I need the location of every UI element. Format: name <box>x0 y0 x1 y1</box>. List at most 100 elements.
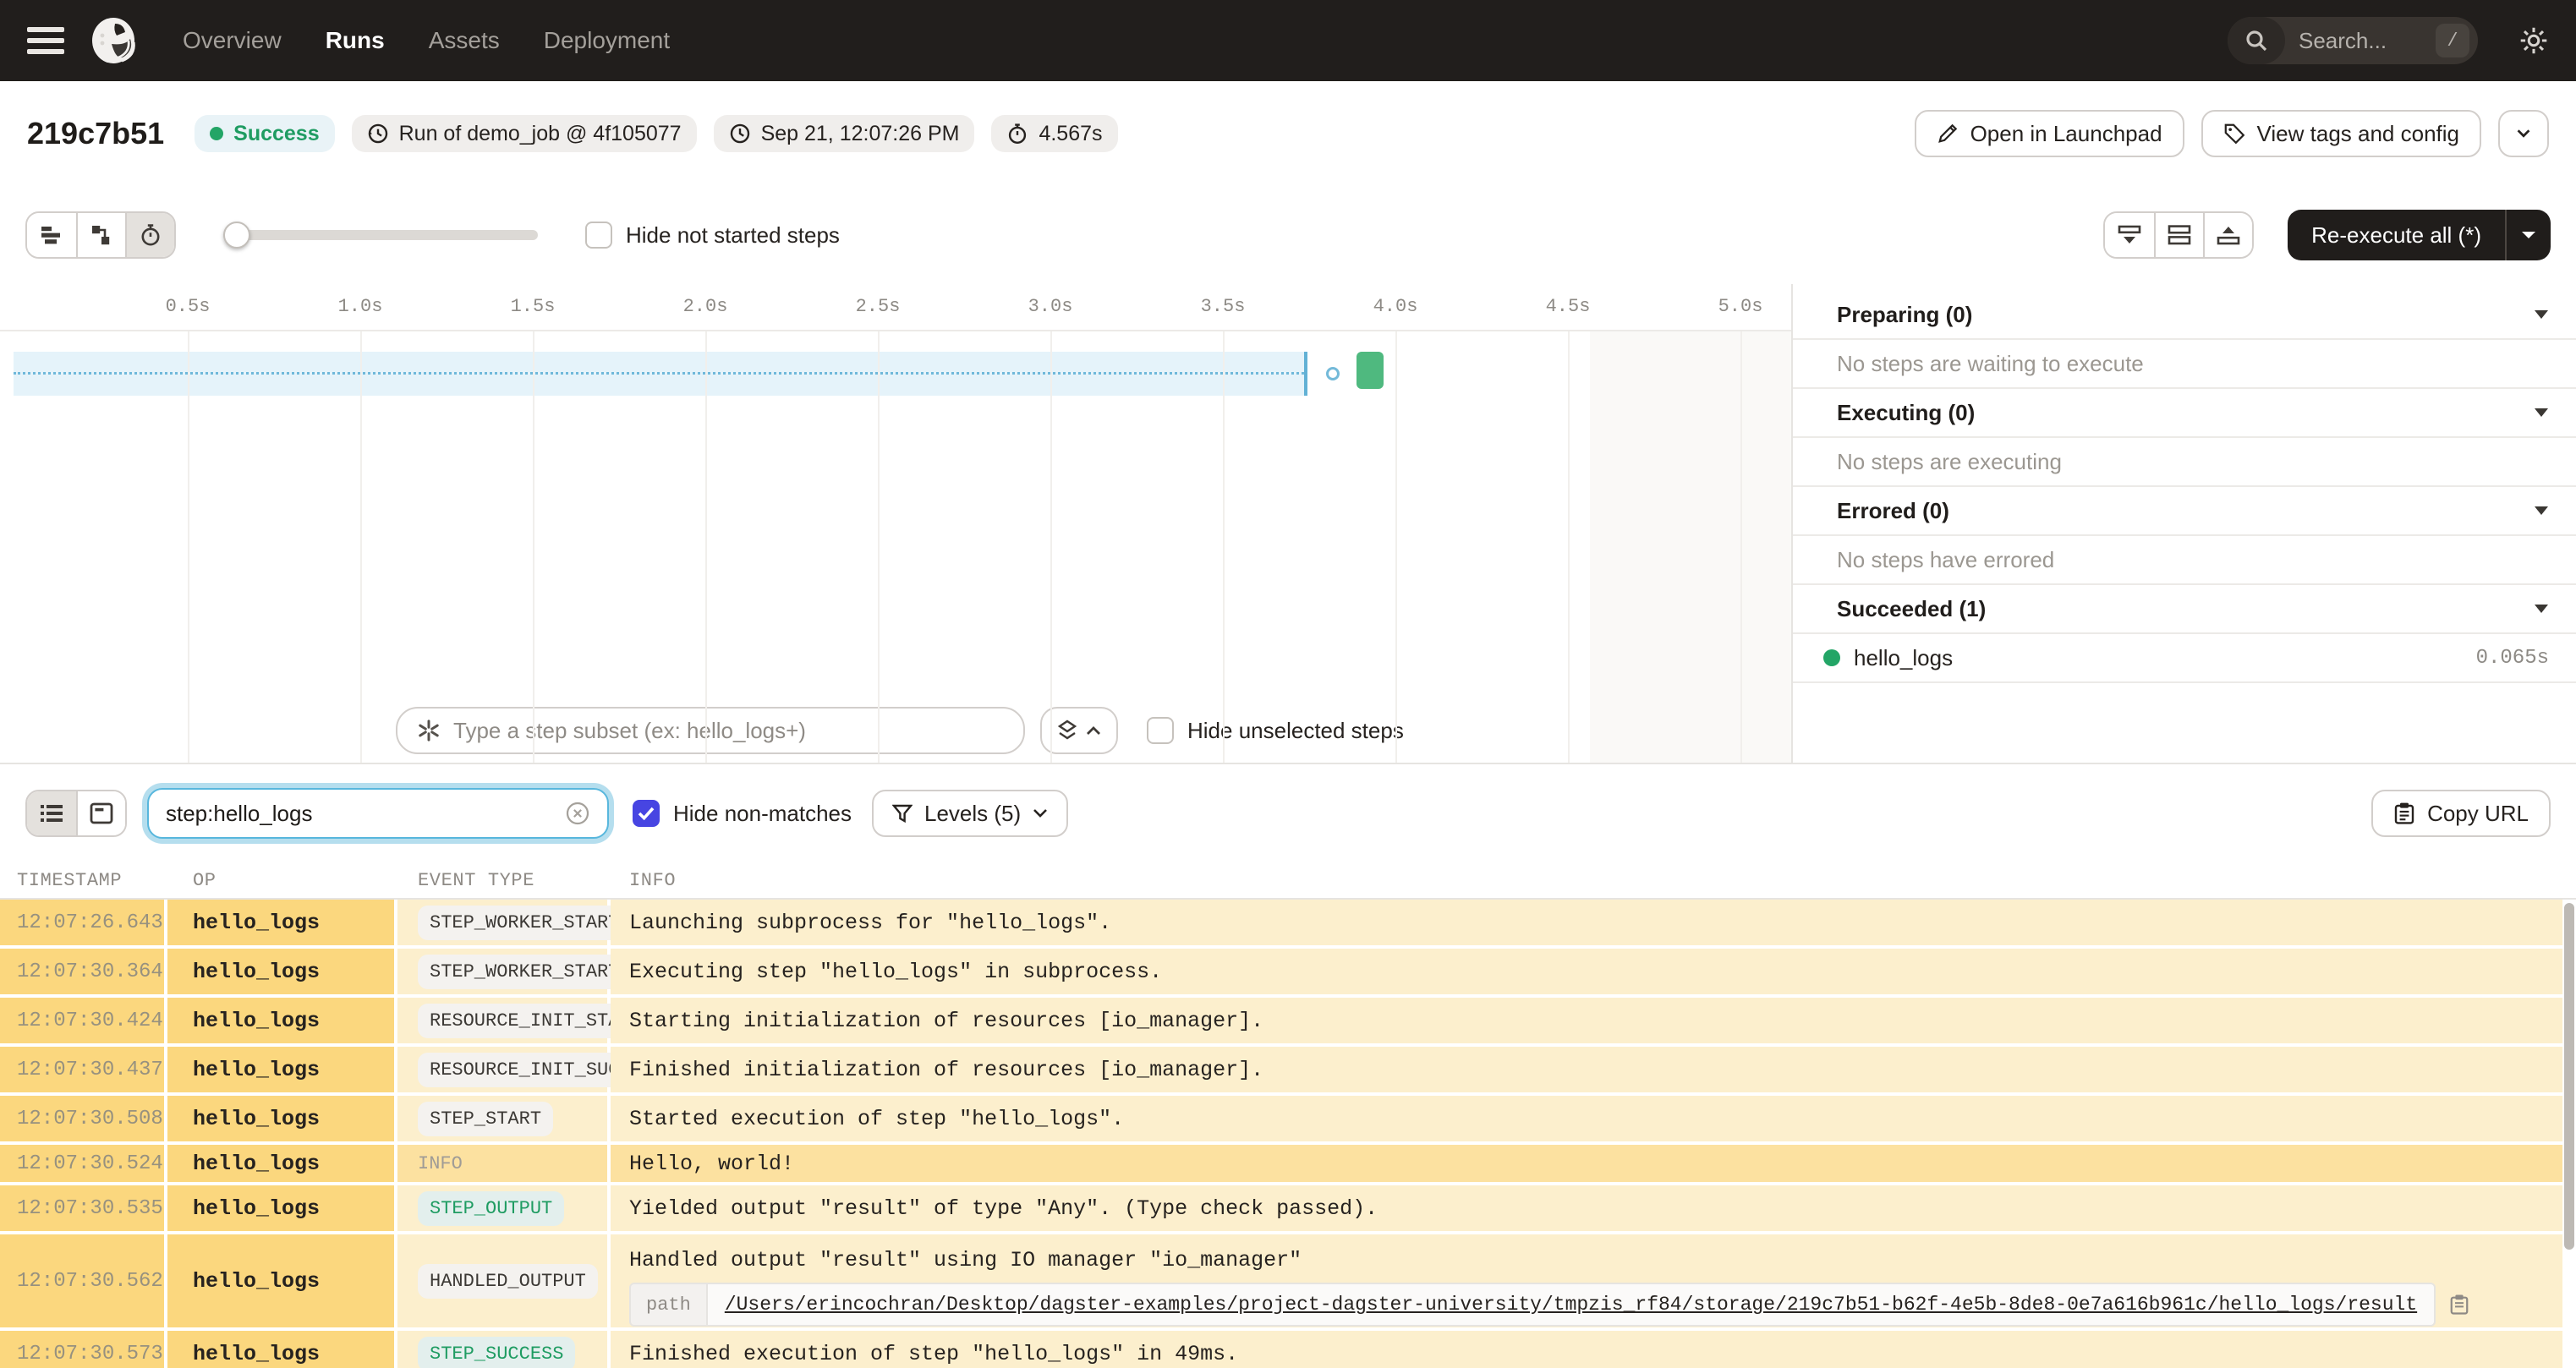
log-row[interactable]: 12:07:30.535 hello_logs STEP_OUTPUT Yielded… <box>0 1185 2562 1234</box>
log-info-cell: Executing step "hello_logs" in subproces… <box>611 949 2562 994</box>
list-view-icon <box>41 805 63 822</box>
metadata-path-link[interactable]: /Users/erincochran/Desktop/dagster-examp… <box>707 1284 2435 1325</box>
start-time-tag: Sep 21, 12:07:26 PM <box>713 115 975 152</box>
dagster-logo-icon[interactable] <box>88 14 142 68</box>
step-section-header[interactable]: Preparing (0) <box>1793 291 2576 340</box>
step-section-empty: No steps have errored <box>1793 536 2576 585</box>
step-section-header[interactable]: Succeeded (1) <box>1793 585 2576 634</box>
axis-tick: 3.5s <box>1200 296 1246 317</box>
log-filter-value: step:hello_logs <box>166 800 313 826</box>
metadata-entry: path/Users/erincochran/Desktop/dagster-e… <box>629 1283 2436 1327</box>
menu-icon[interactable] <box>27 27 64 54</box>
log-row[interactable]: 12:07:30.524 hello_logs INFO Hello, world! <box>0 1145 2562 1185</box>
hide-non-matches-checkbox[interactable] <box>633 800 660 827</box>
split-view-button[interactable] <box>2154 213 2204 257</box>
timing-view-button[interactable] <box>125 213 174 257</box>
step-section-header[interactable]: Executing (0) <box>1793 389 2576 438</box>
hide-not-started-control: Hide not started steps <box>585 222 840 249</box>
waterfall-view-button[interactable] <box>76 213 125 257</box>
view-tags-config-button[interactable]: View tags and config <box>2201 110 2481 157</box>
run-header-more-button[interactable] <box>2498 110 2549 157</box>
step-waiting-bar <box>14 352 1307 396</box>
flat-view-button[interactable] <box>27 213 76 257</box>
axis-tick: 2.0s <box>682 296 728 317</box>
panel-expand-up-icon <box>2217 227 2240 245</box>
section-caret-icon <box>2535 506 2548 515</box>
search-input[interactable]: Search... / <box>2228 17 2478 64</box>
nav-link-assets[interactable]: Assets <box>429 27 500 54</box>
gridline <box>360 331 362 763</box>
scrollbar-thumb[interactable] <box>2564 903 2574 1250</box>
column-header-op: OP <box>193 869 216 891</box>
step-subset-input[interactable]: Type a step subset (ex: hello_logs+) <box>396 707 1025 754</box>
log-info-cell: Started execution of step "hello_logs". <box>611 1096 2562 1141</box>
log-row[interactable]: 12:07:30.573 hello_logs STEP_SUCCESS Finish… <box>0 1331 2562 1368</box>
history-icon <box>368 123 387 144</box>
job-tag[interactable]: Run of demo_job @ 4f105077 <box>351 115 697 152</box>
step-section-title: Preparing (0) <box>1837 301 1973 327</box>
axis-tick: 4.5s <box>1545 296 1591 317</box>
log-row[interactable]: 12:07:30.364 hello_logs STEP_WORKER_STARTE… <box>0 949 2562 998</box>
nav-link-runs[interactable]: Runs <box>326 27 385 54</box>
clear-filter-icon[interactable] <box>565 801 590 826</box>
nav-link-deployment[interactable]: Deployment <box>544 27 670 54</box>
log-info-cell: Starting initialization of resources [io… <box>611 998 2562 1043</box>
log-row[interactable]: 12:07:30.562 hello_logs HANDLED_OUTPUT Hand… <box>0 1234 2562 1331</box>
gantt-chart: Type a step subset (ex: hello_logs+) Hid… <box>0 284 1791 763</box>
log-timestamp: 12:07:30.535 <box>0 1185 167 1231</box>
step-section-header[interactable]: Errored (0) <box>1793 487 2576 536</box>
chevron-up-icon <box>1087 726 1100 735</box>
hide-not-started-checkbox[interactable] <box>585 222 612 249</box>
step-duration: 0.065s <box>2475 646 2549 670</box>
event-type-badge: HANDLED_OUTPUT <box>418 1263 598 1299</box>
log-row[interactable]: 12:07:26.643 hello_logs STEP_WORKER_STARTI… <box>0 900 2562 949</box>
log-raw-view-button[interactable] <box>76 791 125 835</box>
event-type-badge: STEP_OUTPUT <box>418 1190 565 1226</box>
gridline <box>1568 331 1570 763</box>
copy-path-icon[interactable] <box>2449 1294 2469 1316</box>
event-type-badge: STEP_SUCCESS <box>418 1336 576 1368</box>
log-timestamp: 12:07:30.437 <box>0 1047 167 1092</box>
status-dot-icon <box>210 127 224 140</box>
log-event-type-cell: INFO <box>397 1145 611 1182</box>
run-main-area: Type a step subset (ex: hello_logs+) Hid… <box>0 284 2576 764</box>
log-row[interactable]: 12:07:30.424 hello_logs RESOURCE_INIT_STAR… <box>0 998 2562 1047</box>
gridline <box>705 331 707 763</box>
caret-down-icon <box>2522 232 2535 238</box>
nav-link-overview[interactable]: Overview <box>183 27 282 54</box>
slider-knob[interactable] <box>223 222 250 249</box>
search-placeholder: Search... <box>2299 27 2387 53</box>
collapse-top-button[interactable] <box>2203 213 2253 257</box>
search-icon <box>2228 17 2285 64</box>
step-status-panel: Preparing (0) No steps are waiting to exe… <box>1791 284 2576 763</box>
gridline <box>1223 331 1225 763</box>
section-caret-icon <box>2535 408 2548 417</box>
log-event-type-cell: STEP_SUCCESS <box>397 1331 611 1368</box>
copy-url-button[interactable]: Copy URL <box>2371 790 2551 837</box>
reexecute-dropdown-button[interactable] <box>2505 210 2551 260</box>
open-in-launchpad-button[interactable]: Open in Launchpad <box>1914 110 2184 157</box>
step-row[interactable]: hello_logs 0.065s <box>1793 634 2576 683</box>
log-filter-input[interactable]: step:hello_logs <box>147 788 609 839</box>
gridline <box>533 331 534 763</box>
log-row[interactable]: 12:07:30.437 hello_logs RESOURCE_INIT_SUCC… <box>0 1047 2562 1096</box>
levels-dropdown[interactable]: Levels (5) <box>872 790 1069 837</box>
gear-icon[interactable] <box>2518 25 2549 56</box>
log-op-name: hello_logs <box>167 1331 397 1368</box>
log-info-cell: Finished execution of step "hello_logs" … <box>611 1331 2562 1368</box>
log-op-name: hello_logs <box>167 1096 397 1141</box>
log-row[interactable]: 12:07:30.508 hello_logs STEP_START Started … <box>0 1096 2562 1145</box>
log-list-view-button[interactable] <box>27 791 76 835</box>
gantt-after-run-shade <box>1590 331 1791 763</box>
gantt-zoom-slider[interactable] <box>223 222 538 249</box>
log-table: TIMESTAMP OP EVENT TYPE INFO 12:07:26.643 he… <box>0 862 2576 1368</box>
stopwatch-icon <box>141 224 160 246</box>
step-success-dot-icon <box>1823 649 1840 666</box>
log-op-name: hello_logs <box>167 900 397 945</box>
column-header-timestamp: TIMESTAMP <box>17 869 123 891</box>
collapse-bottom-button[interactable] <box>2105 213 2155 257</box>
reexecute-all-button[interactable]: Re-execute all (*) <box>2288 210 2505 260</box>
step-bar-hello-logs[interactable] <box>1357 352 1384 389</box>
hide-unselected-checkbox[interactable] <box>1147 717 1174 744</box>
log-view-mode-group <box>25 790 127 837</box>
